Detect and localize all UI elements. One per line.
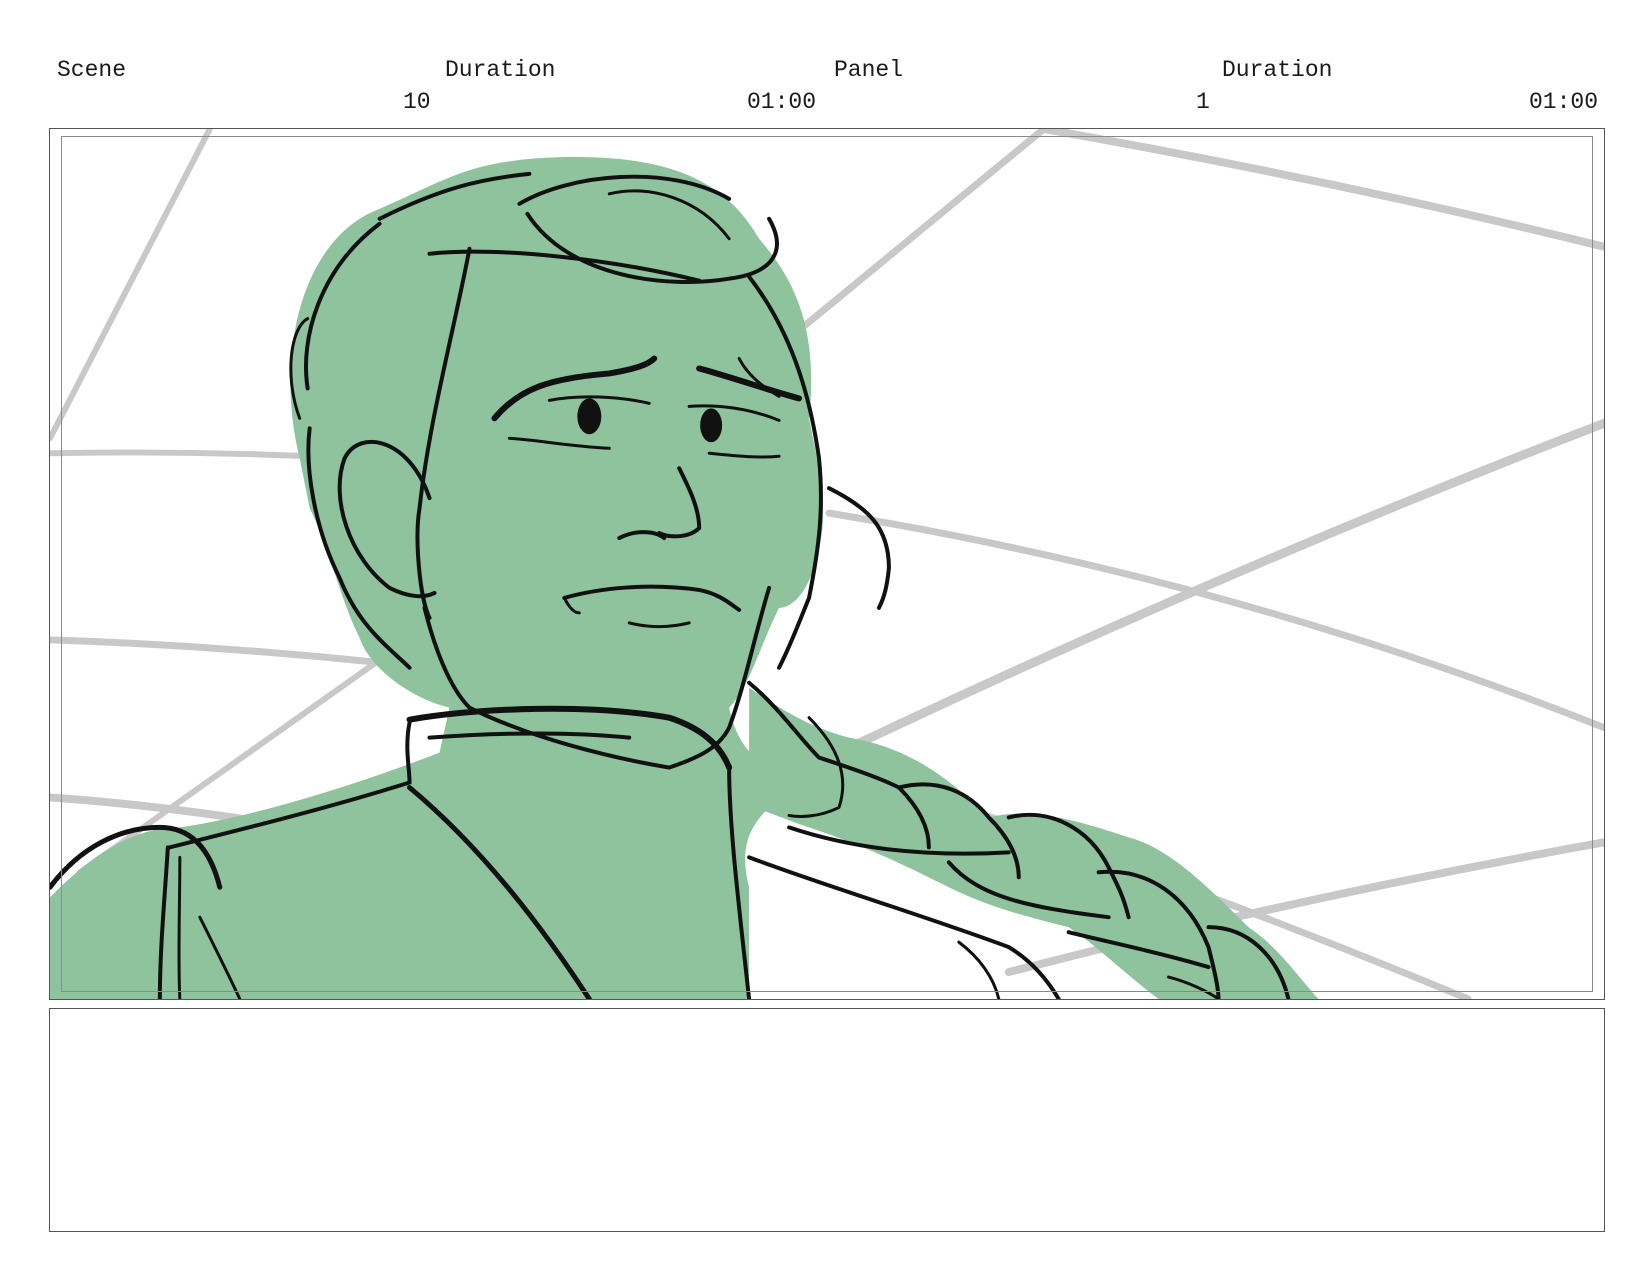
- panel-sketch: [50, 129, 1604, 999]
- scene-duration-label: Duration: [445, 57, 556, 83]
- panel-notes-box[interactable]: [49, 1008, 1605, 1232]
- scene-label: Scene: [57, 57, 127, 83]
- storyboard-panel[interactable]: [49, 128, 1605, 1000]
- scene-duration-value: 01:00: [747, 89, 817, 115]
- panel-number: 1: [1196, 89, 1210, 115]
- scene-number: 10: [403, 89, 431, 115]
- panel-label: Panel: [834, 57, 904, 83]
- panel-duration-value: 01:00: [1528, 89, 1598, 115]
- panel-duration-label: Duration: [1222, 57, 1333, 83]
